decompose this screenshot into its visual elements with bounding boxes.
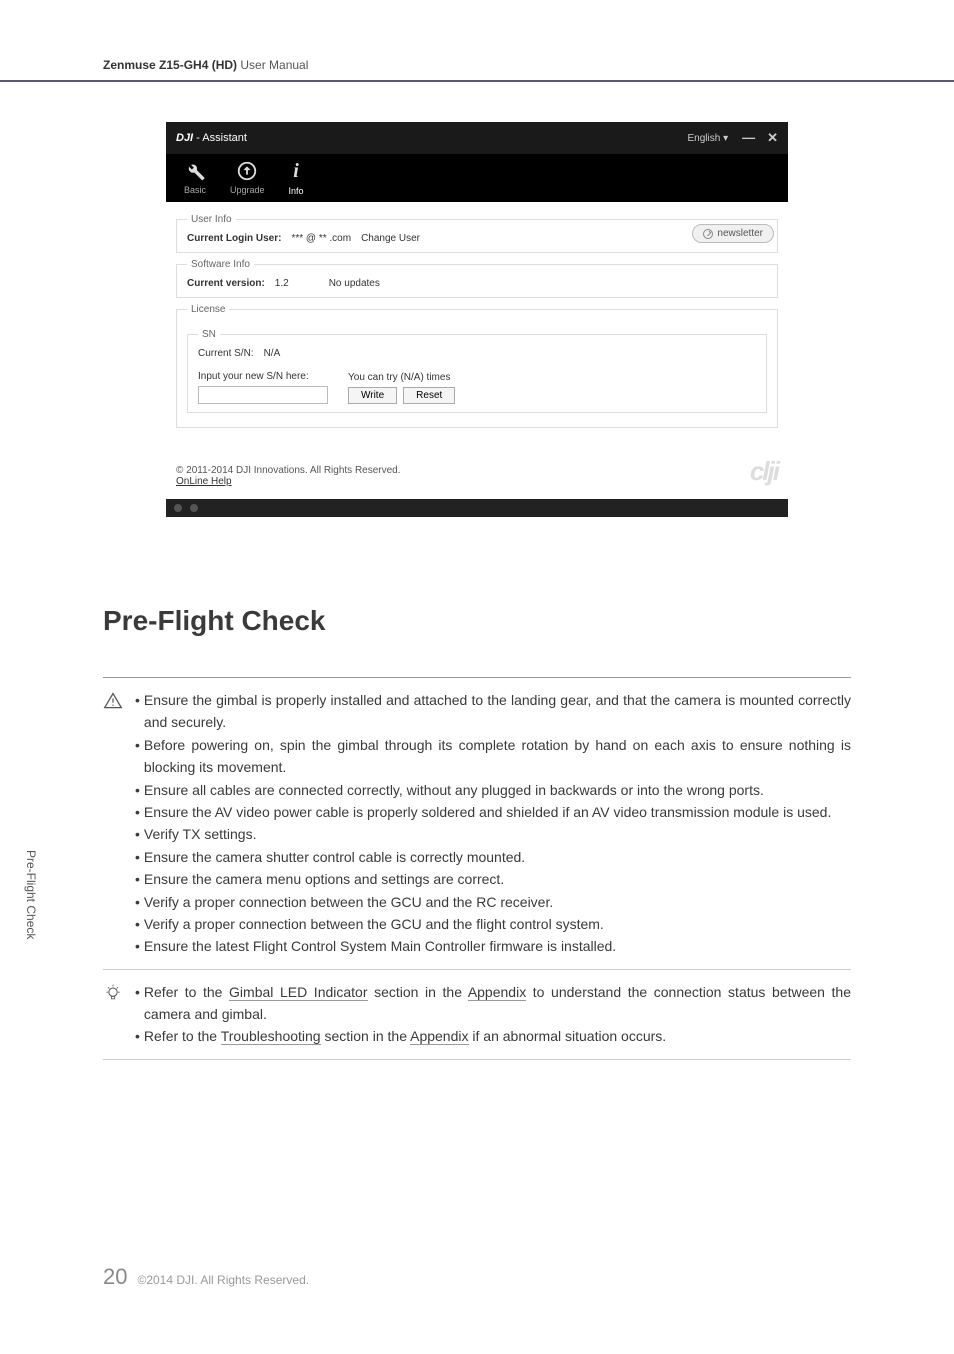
list-item: •Ensure the latest Flight Control System… bbox=[135, 935, 851, 957]
list-item: •Ensure the AV video power cable is prop… bbox=[135, 801, 851, 823]
list-item: •Verify TX settings. bbox=[135, 823, 851, 845]
sn-input-label: Input your new S/N here: bbox=[198, 371, 328, 382]
current-sn-value: N/A bbox=[264, 348, 281, 359]
sn-group: SN Current S/N: N/A Input your new S/N h… bbox=[187, 329, 767, 413]
tips-list: •Refer to the Gimbal LED Indicator secti… bbox=[135, 981, 851, 1048]
list-item: •Ensure all cables are connected correct… bbox=[135, 779, 851, 801]
divider bbox=[103, 969, 851, 970]
page-header: Zenmuse Z15-GH4 (HD) User Manual bbox=[0, 0, 954, 82]
copyright: © 2011-2014 DJI Innovations. All Rights … bbox=[176, 465, 401, 476]
user-info-group: User Info Current Login User: *** @ ** .… bbox=[176, 214, 778, 253]
list-item: •Before powering on, spin the gimbal thr… bbox=[135, 734, 851, 779]
warning-icon bbox=[103, 691, 123, 711]
window-title: DJI - Assistant bbox=[176, 132, 247, 144]
version-label: Current version: bbox=[187, 278, 265, 289]
divider bbox=[103, 677, 851, 678]
warning-block: •Ensure the gimbal is properly installed… bbox=[103, 689, 851, 958]
reset-button[interactable]: Reset bbox=[403, 387, 455, 404]
titlebar: DJI - Assistant English ▾ — ✕ bbox=[166, 122, 788, 154]
tab-upgrade[interactable]: Upgrade bbox=[230, 160, 265, 202]
tips-block: •Refer to the Gimbal LED Indicator secti… bbox=[103, 981, 851, 1048]
link-gimbal-led[interactable]: Gimbal LED Indicator bbox=[229, 984, 367, 1001]
lightbulb-icon bbox=[103, 983, 123, 1003]
status-bar bbox=[166, 499, 788, 517]
side-tab: Pre-Flight Check bbox=[24, 850, 38, 939]
change-user-link[interactable]: Change User bbox=[361, 233, 420, 244]
link-appendix[interactable]: Appendix bbox=[468, 984, 526, 1001]
sn-tries: You can try (N/A) times bbox=[348, 372, 455, 383]
write-button[interactable]: Write bbox=[348, 387, 397, 404]
upgrade-icon bbox=[236, 160, 258, 182]
current-login-value: *** @ ** .com bbox=[291, 233, 351, 244]
version-value: 1.2 bbox=[275, 278, 289, 289]
online-help-link[interactable]: OnLine Help bbox=[176, 476, 232, 487]
update-status: No updates bbox=[329, 278, 380, 289]
tabs-bar: Basic Upgrade i Info bbox=[166, 154, 788, 202]
list-item: •Verify a proper connection between the … bbox=[135, 913, 851, 935]
newsletter-button[interactable]: newsletter bbox=[692, 224, 774, 243]
link-appendix[interactable]: Appendix bbox=[410, 1028, 468, 1045]
tab-basic[interactable]: Basic bbox=[184, 160, 206, 202]
close-button[interactable]: ✕ bbox=[767, 130, 778, 146]
minimize-button[interactable]: — bbox=[742, 130, 755, 146]
product-name: Zenmuse Z15-GH4 (HD) bbox=[103, 58, 237, 72]
status-dot bbox=[174, 504, 182, 512]
wrench-icon bbox=[184, 160, 206, 182]
list-item: •Ensure the camera shutter control cable… bbox=[135, 846, 851, 868]
language-selector[interactable]: English ▾ bbox=[687, 133, 728, 144]
tab-info[interactable]: i Info bbox=[289, 160, 304, 202]
link-troubleshooting[interactable]: Troubleshooting bbox=[221, 1028, 321, 1045]
sn-input[interactable] bbox=[198, 386, 328, 404]
info-panel: newsletter User Info Current Login User:… bbox=[166, 202, 788, 499]
refresh-icon bbox=[703, 229, 713, 239]
list-item: •Ensure the camera menu options and sett… bbox=[135, 868, 851, 890]
current-sn-label: Current S/N: bbox=[198, 348, 254, 359]
doc-type: User Manual bbox=[237, 58, 308, 72]
status-dot bbox=[190, 504, 198, 512]
dji-logo: clji bbox=[750, 456, 778, 487]
page-footer: 20 ©2014 DJI. All Rights Reserved. bbox=[103, 1264, 309, 1290]
info-icon: i bbox=[293, 160, 299, 183]
current-login-label: Current Login User: bbox=[187, 233, 281, 244]
list-item: •Refer to the Troubleshooting section in… bbox=[135, 1025, 851, 1047]
chevron-down-icon: ▾ bbox=[723, 133, 728, 144]
section-title: Pre-Flight Check bbox=[103, 605, 851, 637]
list-item: •Refer to the Gimbal LED Indicator secti… bbox=[135, 981, 851, 1026]
divider bbox=[103, 1059, 851, 1060]
warnings-list: •Ensure the gimbal is properly installed… bbox=[135, 689, 851, 958]
list-item: •Verify a proper connection between the … bbox=[135, 891, 851, 913]
assistant-window: DJI - Assistant English ▾ — ✕ Basic Upgr… bbox=[166, 122, 788, 517]
footer-copyright: ©2014 DJI. All Rights Reserved. bbox=[137, 1273, 309, 1287]
list-item: •Ensure the gimbal is properly installed… bbox=[135, 689, 851, 734]
software-info-group: Software Info Current version: 1.2 No up… bbox=[176, 259, 778, 298]
license-group: License SN Current S/N: N/A Input your n… bbox=[176, 304, 778, 428]
page-number: 20 bbox=[103, 1264, 127, 1290]
